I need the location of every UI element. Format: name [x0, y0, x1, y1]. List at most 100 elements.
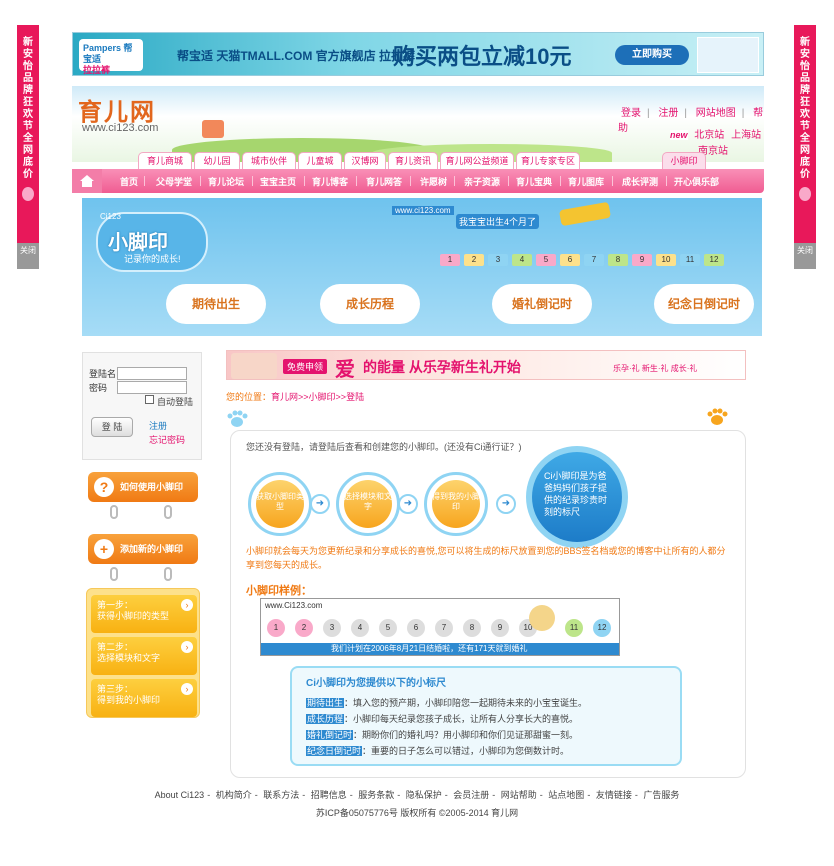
footer-link[interactable]: 站点地图: [548, 790, 584, 800]
footer-link[interactable]: 隐私保护: [406, 790, 442, 800]
add-footprint-button[interactable]: + 添加新的小脚印: [88, 534, 198, 564]
home-button[interactable]: [72, 169, 102, 193]
step-3[interactable]: 第三步： 得到我的小脚印 ›: [91, 679, 197, 717]
step-1-title: 第一步：: [97, 600, 134, 610]
step-2-title: 第二步：: [97, 642, 134, 652]
arrow-circle-icon: ➜: [310, 494, 330, 514]
info-text: ：填入您的预产期，小脚印陪您一起期待未来的小宝宝诞生。: [344, 698, 588, 708]
tab-hanbo[interactable]: 汉博网: [344, 152, 386, 169]
step-1[interactable]: 第一步： 获得小脚印的类型 ›: [91, 595, 197, 633]
arrow-right-icon: ›: [181, 683, 193, 695]
top-ad-banner[interactable]: Pampers 帮宝适 拉拉裤 帮宝适 天猫TMALL.COM 官方旗舰店 拉拉…: [72, 32, 764, 76]
login-link[interactable]: 登录: [621, 108, 641, 119]
balloon-icon: [22, 187, 34, 201]
register-link[interactable]: 注册: [149, 419, 167, 432]
wedding-countdown-button[interactable]: 婚礼倒记时: [492, 284, 592, 324]
arrow-right-icon: ›: [181, 641, 193, 653]
buy-now-button[interactable]: 立即购买: [615, 45, 689, 65]
side-ad-left-text: 新安怡品牌狂欢节 全网底价: [23, 37, 33, 180]
tab-kids-city[interactable]: 儿童城: [298, 152, 342, 169]
side-ad-right-close[interactable]: 关闭: [794, 243, 816, 269]
nav-divider: [612, 176, 613, 186]
nav-divider: [252, 176, 253, 186]
footer-link[interactable]: 友情链接: [596, 790, 632, 800]
main-nav: 首页 父母学堂 育儿论坛 宝宝主页 育儿博客 育儿网答 许愿树 亲子资源 育儿宝…: [72, 169, 764, 193]
step-1-text: 获得小脚印的类型: [97, 611, 170, 621]
pampers-logo: Pampers 帮宝适 拉拉裤: [79, 39, 143, 75]
footer-link[interactable]: 招聘信息: [311, 790, 347, 800]
nav-qa[interactable]: 育儿网答: [366, 175, 402, 188]
info-box: Ci小脚印为您提供以下的小标尺 期待出生：填入您的预产期，小脚印陪您一起期待未来…: [290, 666, 682, 766]
tab-experts[interactable]: 育儿专家专区: [516, 152, 580, 169]
tab-mall[interactable]: 育儿商城: [138, 152, 192, 169]
step-2[interactable]: 第二步： 选择模块和文字 ›: [91, 637, 197, 675]
info-key[interactable]: 期待出生: [306, 698, 345, 708]
nav-club[interactable]: 开心俱乐部: [674, 175, 719, 188]
footer-link[interactable]: 网站帮助: [501, 790, 537, 800]
ruler-number: 3: [488, 254, 508, 266]
sample-ruler: www.Ci123.com 1 2 3 4 5 6 7 8 9 10 11 12…: [260, 598, 620, 656]
tab-city-partner[interactable]: 城市伙伴: [242, 152, 296, 169]
new-badge: new: [670, 130, 688, 140]
tab-kindergarten[interactable]: 幼儿园: [194, 152, 240, 169]
plus-icon: +: [94, 539, 114, 559]
sample-caption: 我们计划在2006年8月21日结婚啦，还有171天就到婚礼: [261, 643, 619, 655]
side-ad-left[interactable]: 新安怡品牌狂欢节 全网底价: [17, 25, 39, 243]
footer-link[interactable]: 服务条款: [358, 790, 394, 800]
footer-link[interactable]: 机构简介: [216, 790, 252, 800]
ad-store-text: 帮宝适 天猫TMALL.COM 官方旗舰店 拉拉裤: [177, 49, 415, 63]
nav-baby-home[interactable]: 宝宝主页: [260, 175, 296, 188]
site-header: 育儿网 www.ci123.com 登录 | 注册 | 网站地图 | 帮助 new 北…: [72, 86, 764, 162]
forgot-password-link[interactable]: 忘记密码: [149, 433, 185, 446]
nav-parent-school[interactable]: 父母学堂: [156, 175, 192, 188]
info-text: ：小脚印每天纪录您孩子成长，让所有人分享长大的喜悦。: [344, 714, 579, 724]
shanghai-link[interactable]: 上海站: [731, 130, 761, 141]
footer-link[interactable]: 联系方法: [263, 790, 299, 800]
promo-ad-bar[interactable]: 免费申领 爱 的能量 从乐孕新生礼开始 乐孕·礼 新生·礼 成长·礼: [226, 350, 746, 381]
register-link[interactable]: 注册: [658, 108, 678, 119]
info-key[interactable]: 成长历程: [306, 714, 345, 724]
footer-link[interactable]: About Ci123: [155, 790, 205, 800]
nav-dictionary[interactable]: 育儿宝典: [516, 175, 552, 188]
tab-news[interactable]: 育儿资讯: [388, 152, 438, 169]
nav-resources[interactable]: 亲子资源: [464, 175, 500, 188]
house-decoration: [202, 120, 224, 138]
info-key[interactable]: 纪念日倒记时: [306, 746, 363, 756]
flow-step-1: 获取小脚印类型: [248, 472, 312, 536]
side-ad-right[interactable]: 新安怡品牌狂欢节 全网底价: [794, 25, 816, 243]
login-button[interactable]: 登 陆: [91, 417, 133, 437]
sitemap-link[interactable]: 网站地图: [696, 108, 736, 119]
ad-small-text: 乐孕·礼 新生·礼 成长·礼: [613, 364, 698, 373]
ruler-number: 6: [560, 254, 580, 266]
nav-blog[interactable]: 育儿博客: [312, 175, 348, 188]
growth-history-button[interactable]: 成长历程: [320, 284, 420, 324]
free-apply-badge: 免费申领: [283, 359, 328, 374]
side-ad-left-close[interactable]: 关闭: [17, 243, 39, 269]
nav-gallery[interactable]: 育儿图库: [568, 175, 604, 188]
username-input[interactable]: [117, 367, 187, 380]
breadcrumb-mid[interactable]: >>小脚印>>: [298, 392, 346, 402]
nav-home[interactable]: 首页: [120, 175, 138, 188]
tab-charity[interactable]: 育儿网公益频道: [440, 152, 514, 169]
sample-number: 7: [435, 619, 453, 637]
sample-number: 5: [379, 619, 397, 637]
footer-link[interactable]: 会员注册: [453, 790, 489, 800]
expect-birth-button[interactable]: 期待出生: [166, 284, 266, 324]
sample-number: 9: [491, 619, 509, 637]
beijing-link[interactable]: 北京站: [694, 130, 724, 141]
nav-assessment[interactable]: 成长评测: [622, 175, 658, 188]
tab-footprint[interactable]: 小脚印: [662, 152, 706, 169]
nav-wish-tree[interactable]: 许愿树: [420, 175, 447, 188]
lala-label: 拉拉裤: [83, 65, 111, 75]
password-input[interactable]: [117, 381, 187, 394]
info-key[interactable]: 婚礼倒记时: [306, 730, 354, 740]
sample-number: 11: [565, 619, 583, 637]
breadcrumb-home[interactable]: 育儿网: [271, 392, 298, 402]
how-to-use-button[interactable]: ? 如何使用小脚印: [88, 472, 198, 502]
anniversary-countdown-button[interactable]: 纪念日倒记时: [654, 284, 754, 324]
arrow-circle-icon: ➜: [496, 494, 516, 514]
nav-forum[interactable]: 育儿论坛: [208, 175, 244, 188]
footer-link[interactable]: 广告服务: [643, 790, 679, 800]
auto-login-checkbox[interactable]: [145, 395, 154, 404]
footer-links: About Ci123- 机构简介 - 联系方法 - 招聘信息 - 服务条款 - 隐私保…: [154, 790, 680, 800]
